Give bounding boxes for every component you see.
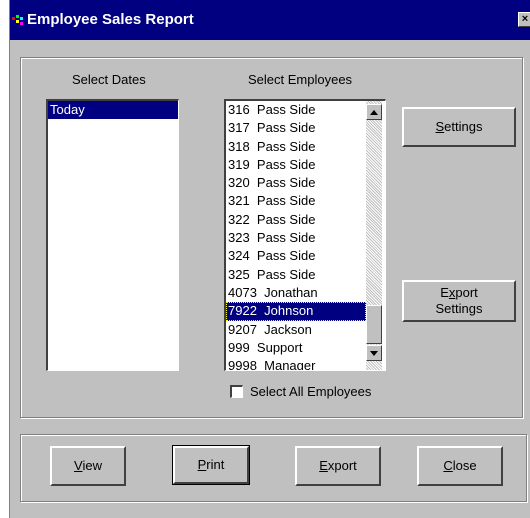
employees-scrollbar[interactable] <box>366 101 382 370</box>
window-title: Employee Sales Report <box>27 11 194 28</box>
arrow-down-icon <box>370 351 378 356</box>
employee-sales-report-window: Employee Sales Report × Select Dates Sel… <box>9 0 530 518</box>
export-settings-button[interactable]: Export Settings <box>402 280 516 322</box>
list-item[interactable]: 4073 Jonathan <box>226 284 366 302</box>
list-item[interactable]: 320 Pass Side <box>226 174 366 192</box>
close-icon: × <box>521 13 529 25</box>
list-item[interactable]: 319 Pass Side <box>226 156 366 174</box>
list-item[interactable]: 316 Pass Side <box>226 101 366 119</box>
print-button-label: Print <box>197 457 225 472</box>
close-button[interactable]: Close <box>417 446 503 486</box>
list-item[interactable]: 325 Pass Side <box>226 266 366 284</box>
list-item[interactable]: Today <box>48 101 178 120</box>
export-button-label: Export <box>319 458 357 473</box>
view-button-label: View <box>74 458 102 473</box>
list-item[interactable]: 7922 Johnson <box>226 302 366 321</box>
list-item[interactable]: 9998 Manager <box>226 357 366 370</box>
scroll-thumb[interactable] <box>366 305 382 344</box>
list-item[interactable]: 9207 Jackson <box>226 321 366 339</box>
arrow-up-icon <box>370 110 378 115</box>
select-all-employees-label: Select All Employees <box>250 384 372 399</box>
print-button[interactable]: Print <box>172 445 250 485</box>
scroll-down-button[interactable] <box>366 345 382 361</box>
list-item[interactable]: 322 Pass Side <box>226 211 366 229</box>
app-icon <box>12 15 23 25</box>
export-settings-label-line2: Settings <box>435 301 483 316</box>
list-item[interactable]: 321 Pass Side <box>226 192 366 210</box>
title-bar[interactable]: Employee Sales Report × <box>10 0 530 40</box>
close-button-label: Close <box>443 458 477 473</box>
window-close-button[interactable]: × <box>518 12 530 27</box>
settings-button-label: Settings <box>435 119 483 134</box>
dates-listbox[interactable]: Today <box>46 99 179 371</box>
list-item[interactable]: 318 Pass Side <box>226 138 366 156</box>
select-dates-label: Select Dates <box>72 72 146 87</box>
list-item[interactable]: 317 Pass Side <box>226 119 366 137</box>
export-settings-label-line1: Export <box>440 285 478 300</box>
scroll-up-button[interactable] <box>366 104 382 120</box>
export-button[interactable]: Export <box>295 446 381 486</box>
list-item[interactable]: 324 Pass Side <box>226 247 366 265</box>
list-item[interactable]: 323 Pass Side <box>226 229 366 247</box>
checkbox-box[interactable] <box>230 385 243 398</box>
settings-button[interactable]: Settings <box>402 107 516 147</box>
employees-listbox[interactable]: 316 Pass Side 317 Pass Side 318 Pass Side 3… <box>224 99 386 371</box>
select-employees-label: Select Employees <box>248 72 353 87</box>
list-item[interactable]: 999 Support <box>226 339 366 357</box>
view-button[interactable]: View <box>50 446 126 486</box>
select-all-employees-checkbox[interactable]: Select All Employees <box>230 384 410 400</box>
